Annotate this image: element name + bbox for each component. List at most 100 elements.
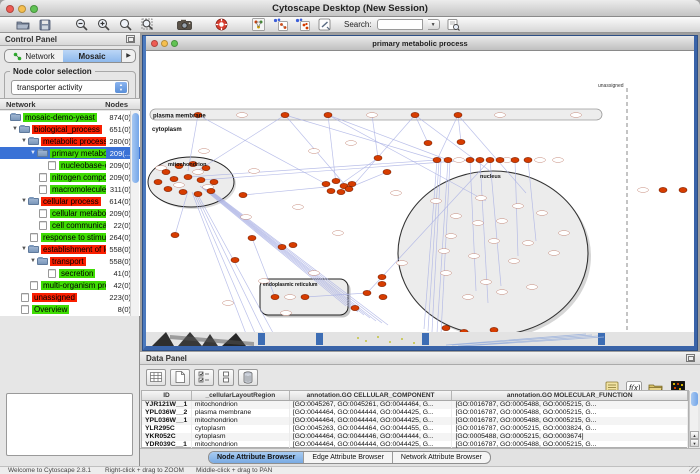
network-node[interactable] <box>231 257 239 262</box>
tree-scrollbar-thumb[interactable] <box>132 113 139 183</box>
network-node[interactable] <box>337 189 345 194</box>
expand-triangle-icon[interactable]: ▼ <box>11 126 19 132</box>
table-row[interactable]: YPL036W__2plasma membrane[GO:0044464, GO… <box>142 409 688 417</box>
view-close-button[interactable] <box>151 40 158 47</box>
network-node[interactable] <box>511 157 519 162</box>
network-node[interactable] <box>170 176 178 181</box>
network-overview-panel[interactable] <box>6 393 133 456</box>
zoom-in-icon[interactable] <box>95 18 112 32</box>
window-titlebar[interactable]: Cytoscape Desktop (New Session) <box>0 0 700 17</box>
float-panel-icon[interactable] <box>126 35 135 43</box>
scroll-up-icon[interactable]: ▲ <box>690 431 699 439</box>
network-node[interactable] <box>378 274 386 279</box>
tree-row[interactable]: ▼biological_process651(0) <box>0 123 140 135</box>
tree-row[interactable]: macromolecule311(0) <box>0 183 140 195</box>
network-node[interactable] <box>324 112 332 117</box>
tree-row[interactable]: ▼primary metabolic209(... <box>0 147 140 159</box>
network-node[interactable] <box>207 188 215 193</box>
network-node[interactable] <box>171 232 179 237</box>
column-header[interactable]: annotation.GO MOLECULAR_FUNCTION <box>452 391 688 400</box>
zoom-button[interactable] <box>30 5 38 13</box>
tree-row[interactable]: ▼transport558(0) <box>0 255 140 267</box>
apply-layout-icon[interactable] <box>272 18 289 32</box>
table-row[interactable]: YPL036W__1mitochondrion[GO:0044464, GO:0… <box>142 417 688 425</box>
create-attribute-icon[interactable] <box>170 369 190 386</box>
network-node[interactable] <box>301 294 309 299</box>
table-row[interactable]: YLR295Ccytoplasm[GO:0045263, GO:0044464,… <box>142 425 688 433</box>
view-minimize-button[interactable] <box>161 40 168 47</box>
save-icon[interactable] <box>36 18 53 32</box>
table-row[interactable]: YKR052Ccytoplasm[GO:0044464, GO:0044446,… <box>142 433 688 441</box>
network-node[interactable] <box>374 155 382 160</box>
network-node[interactable] <box>524 157 532 162</box>
tree-row[interactable]: mosaic-demo-yeast874(0) <box>0 111 140 123</box>
network-node[interactable] <box>210 179 218 184</box>
tree-row[interactable]: response to stimulu264(0) <box>0 231 140 243</box>
apply-vizmap-icon[interactable] <box>294 18 311 32</box>
network-canvas[interactable]: plasma membrane cytoplasm mitochondrion … <box>146 51 694 346</box>
resize-grip[interactable] <box>689 466 699 473</box>
network-node[interactable] <box>457 139 465 144</box>
network-node[interactable] <box>496 157 504 162</box>
tree-row[interactable]: cellular metabo209(0) <box>0 207 140 219</box>
network-node[interactable] <box>351 305 359 310</box>
tab-mosaic[interactable]: Mosaic <box>63 50 121 62</box>
network-node[interactable] <box>194 191 202 196</box>
network-node[interactable] <box>433 157 441 162</box>
tree-row[interactable]: Overview8(0) <box>0 303 140 315</box>
select-attributes-icon[interactable] <box>146 369 166 386</box>
network-node[interactable] <box>348 181 356 186</box>
expand-triangle-icon[interactable]: ▼ <box>20 198 28 204</box>
tab-network-attribute-browser[interactable]: Network Attribute Browser <box>393 452 490 463</box>
column-header[interactable]: ID <box>142 391 192 400</box>
tree-row[interactable]: secretion41(0) <box>0 267 140 279</box>
network-node[interactable] <box>679 187 687 192</box>
expand-triangle-icon[interactable]: ▼ <box>20 246 28 252</box>
network-node[interactable] <box>327 188 335 193</box>
table-row[interactable]: YJR121W__1mitochondrion[GO:0045267, GO:0… <box>142 401 688 409</box>
window-controls[interactable] <box>6 5 38 13</box>
scroll-down-icon[interactable]: ▼ <box>690 439 699 447</box>
open-file-icon[interactable] <box>14 18 31 32</box>
tab-overflow-arrow[interactable]: ▶ <box>121 50 135 62</box>
expand-triangle-icon[interactable]: ▼ <box>20 138 28 144</box>
tree-row[interactable]: multi-organism pro42(0) <box>0 279 140 291</box>
view-window-controls[interactable] <box>151 40 178 47</box>
expand-triangle-icon[interactable]: ▼ <box>29 150 37 156</box>
network-node[interactable] <box>454 112 462 117</box>
network-node[interactable] <box>271 294 279 299</box>
network-node[interactable] <box>411 112 419 117</box>
table-scrollbar[interactable]: ▲ ▼ <box>689 391 698 447</box>
network-node[interactable] <box>383 169 391 174</box>
tree-scrollbar[interactable] <box>130 111 139 316</box>
attribute-table[interactable]: ID_cellularLayoutRegionannotation.GO CEL… <box>141 390 689 448</box>
table-scrollbar-thumb[interactable] <box>691 392 698 406</box>
network-node[interactable] <box>345 186 353 191</box>
network-node[interactable] <box>486 157 494 162</box>
column-header[interactable]: _cellularLayoutRegion <box>192 391 290 400</box>
tree-row[interactable]: cell communicat22(0) <box>0 219 140 231</box>
network-node[interactable] <box>197 177 205 182</box>
network-node[interactable] <box>444 157 452 162</box>
network-node[interactable] <box>179 189 187 194</box>
network-node[interactable] <box>278 244 286 249</box>
network-node[interactable] <box>332 178 340 183</box>
tree-row[interactable]: nitrogen compo209(0) <box>0 171 140 183</box>
node-color-dropdown[interactable]: transporter activity ▲▼ <box>11 80 129 95</box>
tree-row[interactable]: ▼cellular process614(0) <box>0 195 140 207</box>
export-image-icon[interactable] <box>176 18 193 32</box>
network-node[interactable] <box>162 169 170 174</box>
network-node[interactable] <box>248 235 256 240</box>
tab-edge-attribute-browser[interactable]: Edge Attribute Browser <box>304 452 393 463</box>
tree-row[interactable]: ▼establishment of lo558(0) <box>0 243 140 255</box>
network-node[interactable] <box>466 157 474 162</box>
zoom-fit-icon[interactable] <box>117 18 134 32</box>
search-input[interactable] <box>377 19 423 30</box>
network-node[interactable] <box>363 290 371 295</box>
network-node[interactable] <box>490 327 498 332</box>
column-header[interactable]: annotation.GO CELLULAR_COMPONENT <box>290 391 453 400</box>
network-node[interactable] <box>379 294 387 299</box>
network-view-icon[interactable] <box>250 18 267 32</box>
search-filter-icon[interactable] <box>445 18 462 32</box>
tree-row[interactable]: unassigned223(0) <box>0 291 140 303</box>
